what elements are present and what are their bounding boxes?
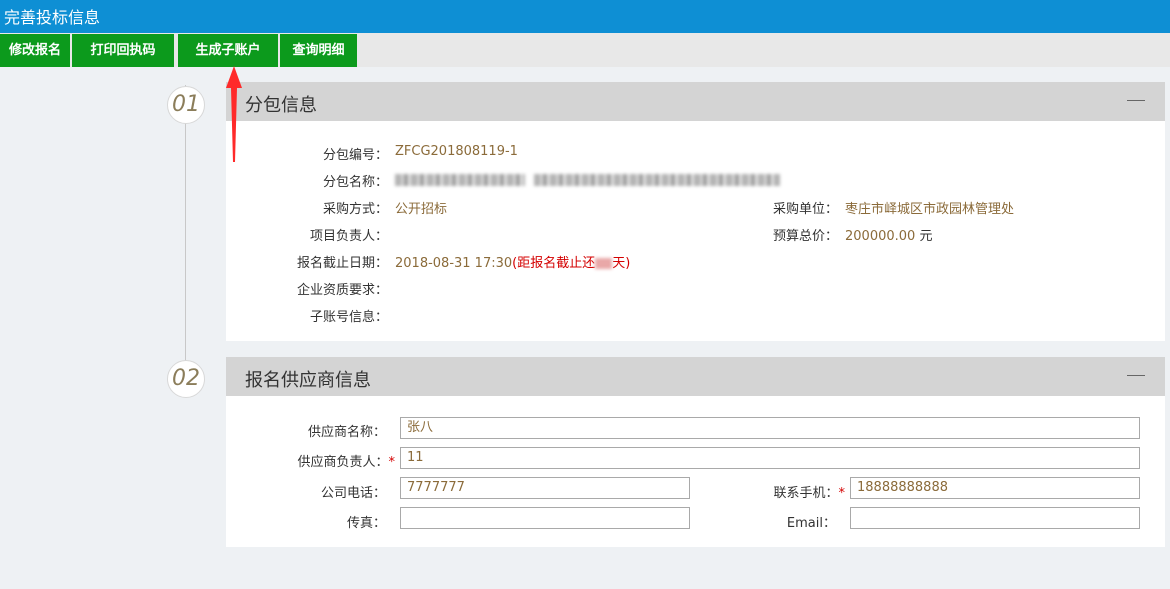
collapse-icon[interactable] xyxy=(1127,100,1145,101)
step-timeline xyxy=(185,85,186,395)
step-number-1: 01 xyxy=(167,86,205,124)
purchase-method-label: 采购方式： xyxy=(322,202,388,217)
mobile-label: 联系手机：* xyxy=(773,486,845,501)
modify-registration-button[interactable]: 修改报名 xyxy=(0,34,70,67)
supplier-name-input[interactable]: 张八 xyxy=(400,417,1140,439)
window-title: 完善投标信息 xyxy=(0,0,1170,33)
project-manager-label: 项目负责人： xyxy=(309,229,388,244)
package-info-header: 分包信息 xyxy=(226,82,1165,121)
buyer-label: 采购单位： xyxy=(772,202,838,217)
mobile-input[interactable]: 18888888888 xyxy=(850,477,1140,499)
supplier-name-label: 供应商名称： xyxy=(307,425,386,440)
purchase-method-value: 公开招标 xyxy=(395,202,448,217)
package-name-redacted-2 xyxy=(534,174,780,186)
supplier-contact-label: 供应商负责人：* xyxy=(297,455,395,470)
package-number-label: 分包编号： xyxy=(322,148,388,163)
generate-subaccount-button[interactable]: 生成子账户 xyxy=(178,34,278,67)
package-name-label: 分包名称： xyxy=(322,175,388,190)
budget-label: 预算总价： xyxy=(772,229,838,244)
deadline-value: 2018-08-31 17:30(距报名截止还 天) xyxy=(395,256,631,271)
toolbar: 修改报名 打印回执码 生成子账户 查询明细 xyxy=(0,33,1170,67)
email-label: Email： xyxy=(786,516,836,531)
package-name-redacted xyxy=(395,174,525,186)
company-phone-label: 公司电话： xyxy=(320,486,386,501)
deadline-remaining: (距报名截止还 天) xyxy=(512,256,631,271)
supplier-info-header: 报名供应商信息 xyxy=(226,357,1165,396)
annotation-arrow-icon xyxy=(226,66,242,162)
supplier-contact-input[interactable]: 11 xyxy=(400,447,1140,469)
budget-value: 200000.00 元 xyxy=(845,229,933,244)
company-phone-input[interactable]: 7777777 xyxy=(400,477,690,499)
package-number-value: ZFCG201808119-1 xyxy=(395,144,518,159)
query-details-button[interactable]: 查询明细 xyxy=(280,34,357,67)
qualification-label: 企业资质要求： xyxy=(296,283,388,298)
buyer-value: 枣庄市峄城区市政园林管理处 xyxy=(845,202,1015,217)
supplier-info-title: 报名供应商信息 xyxy=(245,370,371,391)
email-input[interactable] xyxy=(850,507,1140,529)
fax-label: 传真： xyxy=(346,516,386,531)
deadline-label: 报名截止日期： xyxy=(296,256,388,271)
fax-input[interactable] xyxy=(400,507,690,529)
collapse-icon[interactable] xyxy=(1127,375,1145,376)
print-receipt-button[interactable]: 打印回执码 xyxy=(72,34,174,67)
package-info-title: 分包信息 xyxy=(245,95,317,116)
package-info-panel: 分包信息 分包编号： ZFCG201808119-1 分包名称： 采购方式： 公… xyxy=(226,82,1165,341)
subaccount-info-label: 子账号信息： xyxy=(309,310,388,325)
step-number-2: 02 xyxy=(167,360,205,398)
supplier-info-panel: 报名供应商信息 供应商名称： 张八 供应商负责人：* 11 公司电话： 7777… xyxy=(226,357,1165,547)
